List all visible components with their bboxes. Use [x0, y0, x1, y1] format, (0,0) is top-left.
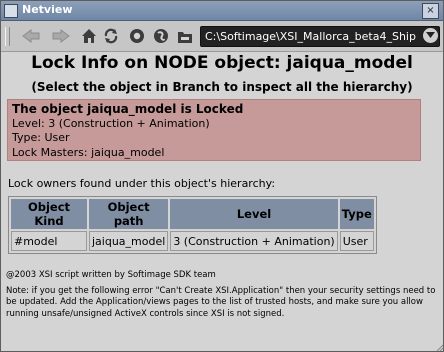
- folder-icon: [178, 31, 192, 43]
- address-field[interactable]: C:\Softimage\XSI_Mallorca_beta4_Ship: [200, 26, 440, 47]
- address-text: C:\Softimage\XSI_Mallorca_beta4_Ship: [205, 30, 416, 43]
- refresh-button[interactable]: [101, 26, 121, 46]
- stop-icon: [130, 29, 144, 43]
- arrow-right-icon: [52, 29, 70, 43]
- home-icon: [82, 29, 96, 43]
- owners-label: Lock owners found under this object's hi…: [8, 177, 276, 190]
- home-button[interactable]: [79, 26, 99, 46]
- lock-info-box: The object jaiqua_model is Locked Level:…: [7, 99, 421, 161]
- security-note: Note: if you get the following error "Ca…: [6, 286, 436, 319]
- resize-grip-icon[interactable]: [435, 343, 443, 351]
- column-header-object-kind: Object Kind: [11, 199, 87, 229]
- lock-owners-table: Object Kind Object path Level Type #mode…: [8, 196, 377, 254]
- window-title: Netview: [22, 3, 73, 16]
- lock-masters: Lock Masters: jaiqua_model: [12, 145, 165, 159]
- table-header-row: Object Kind Object path Level Type: [11, 199, 374, 229]
- lock-type: Type: User: [12, 131, 70, 144]
- page-subtitle: (Select the object in Branch to inspect …: [31, 80, 413, 94]
- lock-status: The object jaiqua_model is Locked: [12, 102, 244, 116]
- title-bar[interactable]: Netview ×: [1, 1, 443, 21]
- column-header-type: Type: [339, 199, 374, 229]
- cell-type: User: [339, 231, 374, 251]
- cell-object-kind: #model: [11, 231, 87, 251]
- sync-button[interactable]: [151, 26, 171, 46]
- chevron-down-icon: [426, 32, 435, 38]
- table-row: #model jaiqua_model 3 (Construction + An…: [11, 231, 374, 251]
- lock-level: Level: 3 (Construction + Animation): [12, 116, 210, 130]
- sync-icon: [154, 29, 168, 43]
- toolbar: C:\Softimage\XSI_Mallorca_beta4_Ship: [1, 21, 443, 52]
- forward-button[interactable]: [51, 26, 71, 46]
- close-button[interactable]: ×: [422, 3, 439, 19]
- refresh-icon: [104, 28, 118, 44]
- folder-button[interactable]: [175, 26, 195, 46]
- cell-level: 3 (Construction + Animation): [170, 231, 338, 251]
- toolbar-grip[interactable]: [5, 27, 10, 46]
- page-content: Lock Info on NODE object: jaiqua_model (…: [2, 52, 442, 350]
- page-title: Lock Info on NODE object: jaiqua_model: [31, 53, 413, 73]
- arrow-left-icon: [22, 29, 40, 43]
- window-menu-icon[interactable]: [4, 4, 18, 18]
- address-dropdown-button[interactable]: [423, 28, 438, 43]
- column-header-level: Level: [170, 199, 338, 229]
- back-button[interactable]: [21, 26, 41, 46]
- copyright-text: @2003 XSI script written by Softimage SD…: [6, 270, 216, 280]
- stop-button[interactable]: [127, 26, 147, 46]
- netview-window: Netview × C:\Softimage\XSI_Mallorca_beta…: [0, 0, 444, 352]
- cell-object-path: jaiqua_model: [89, 231, 169, 251]
- column-header-object-path: Object path: [89, 199, 169, 229]
